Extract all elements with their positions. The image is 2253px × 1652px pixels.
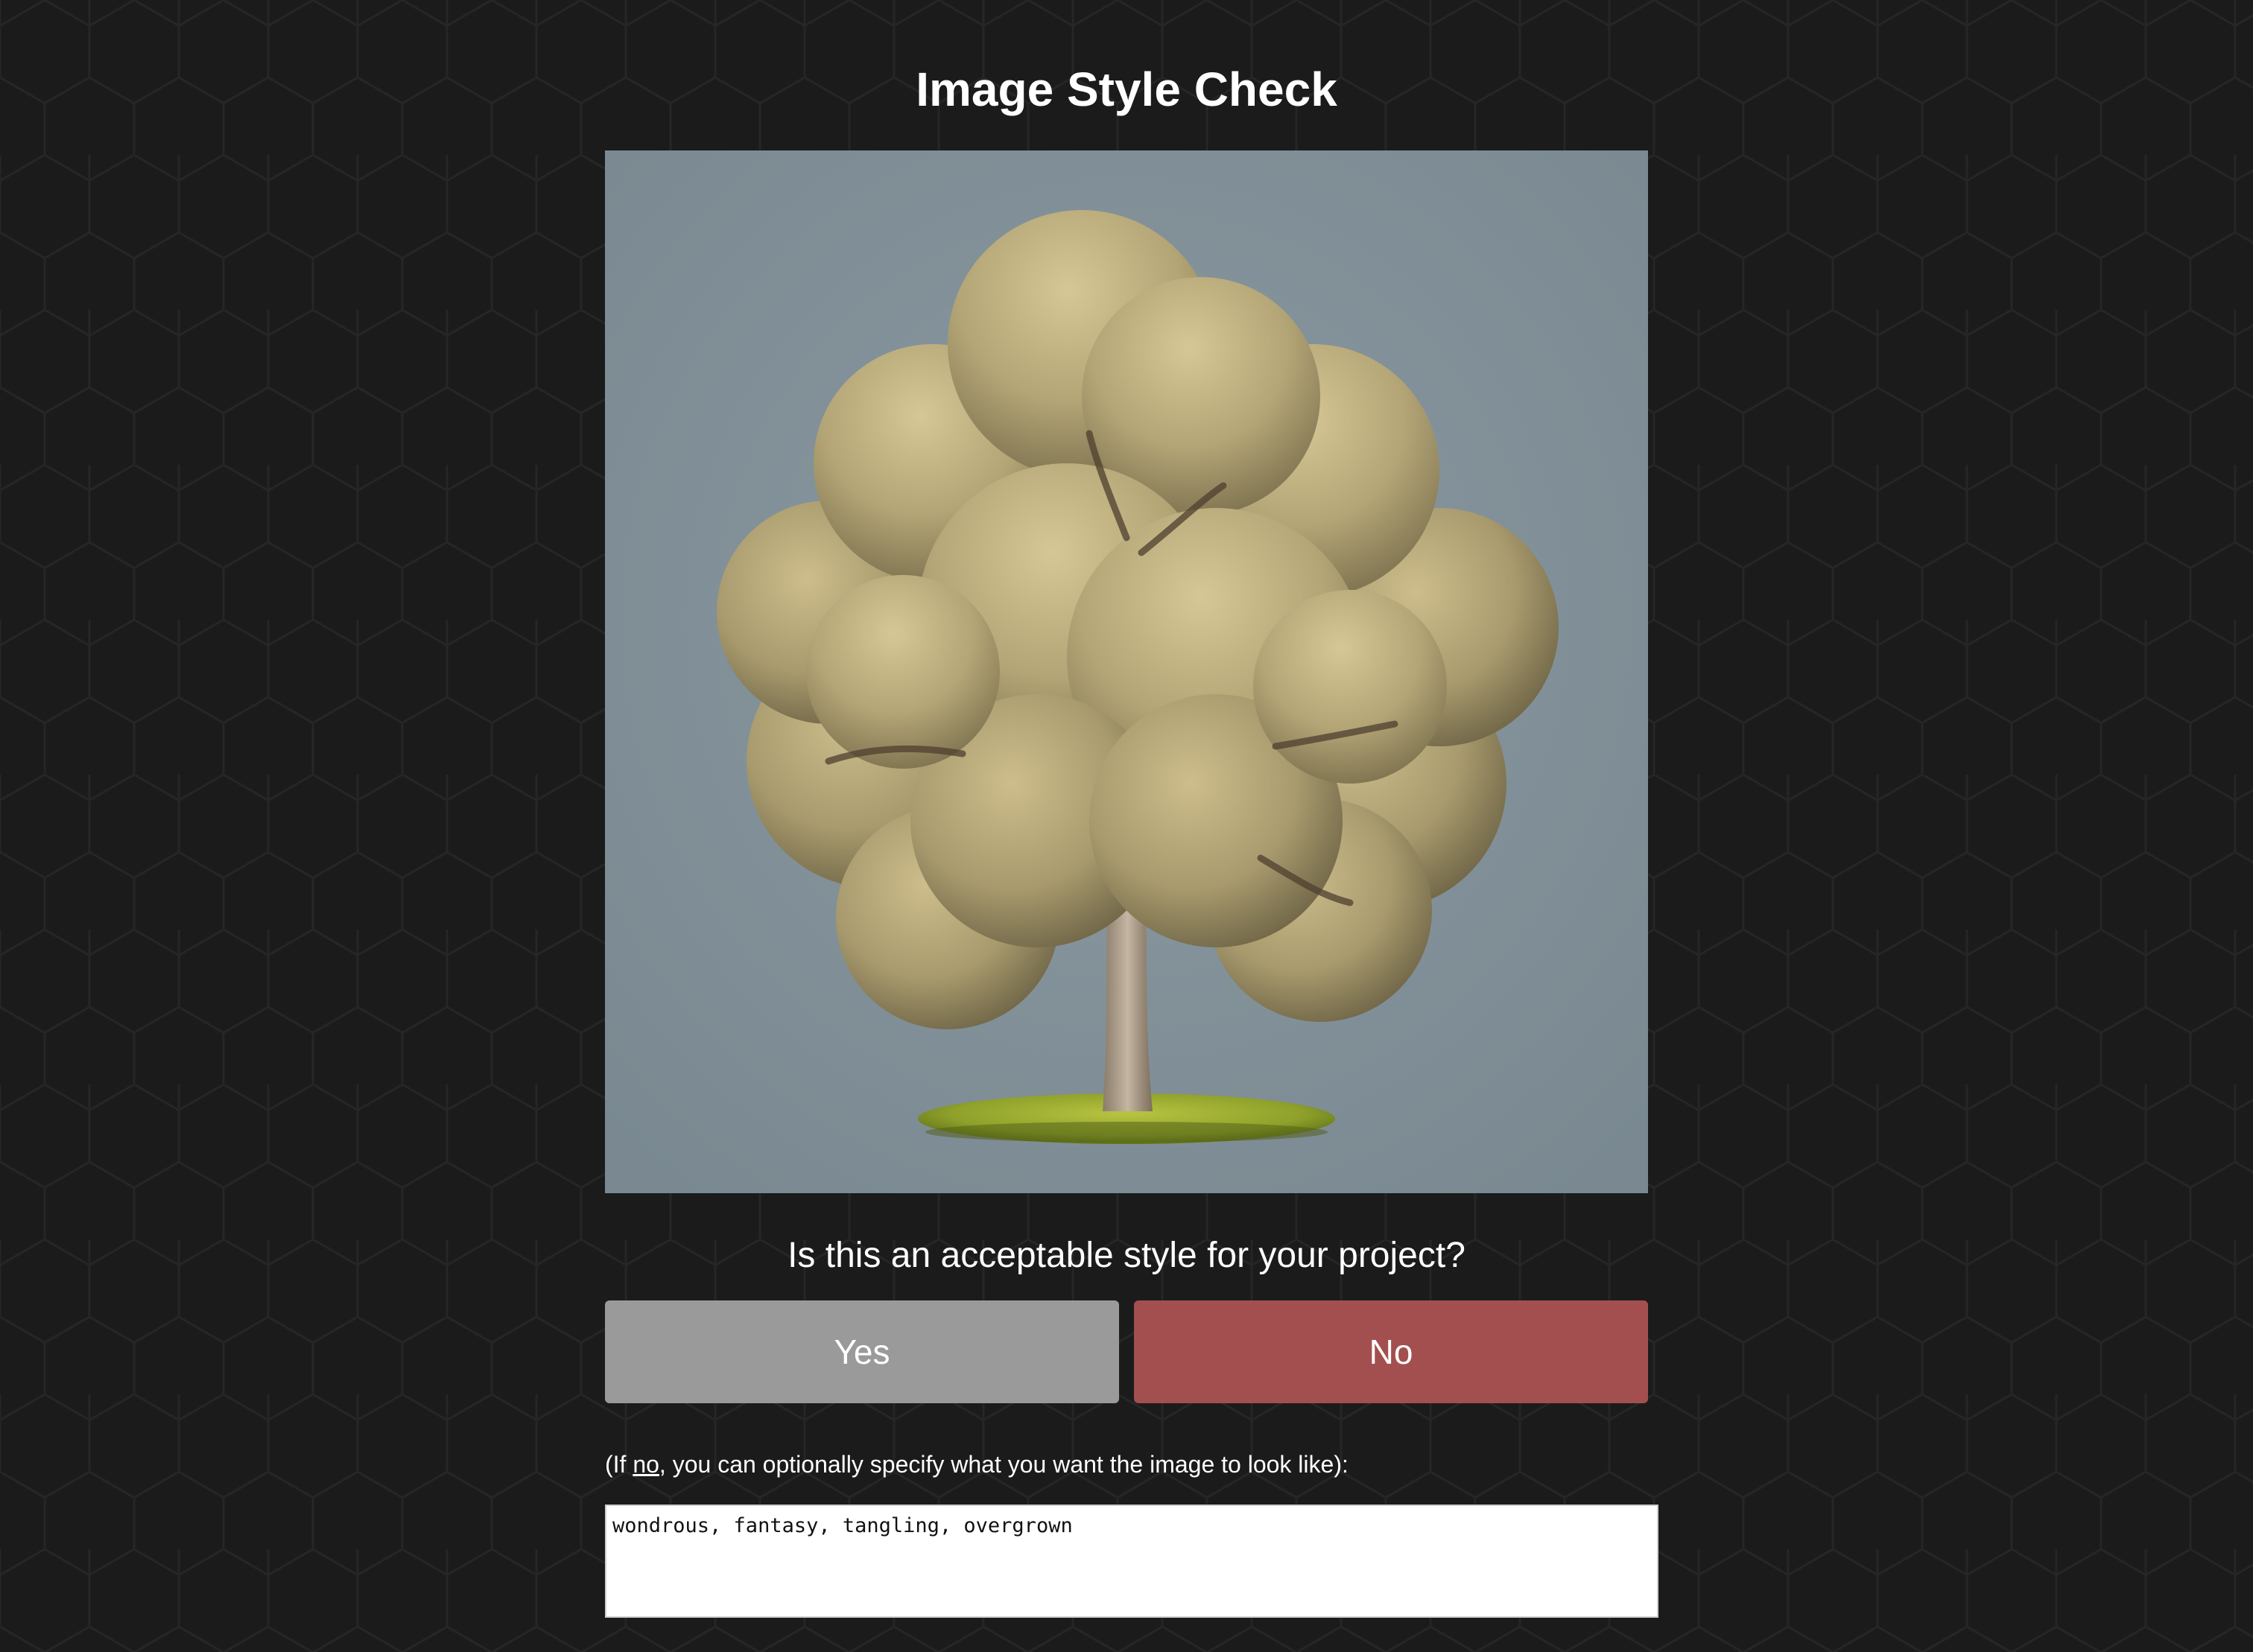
no-button[interactable]: No — [1134, 1300, 1648, 1403]
feedback-hint: (If no, you can optionally specify what … — [605, 1446, 1349, 1482]
hint-emphasis: no — [633, 1451, 659, 1478]
style-question: Is this an acceptable style for your pro… — [788, 1236, 1465, 1275]
generated-tree-image — [605, 150, 1648, 1193]
hint-prefix: (If — [605, 1451, 633, 1478]
yes-button[interactable]: Yes — [605, 1300, 1119, 1403]
page-title: Image Style Check — [916, 63, 1337, 116]
page: Image Style Check Is this an acceptable … — [0, 0, 2253, 1652]
hint-suffix: , you can optionally specify what you wa… — [659, 1451, 1349, 1478]
style-feedback-textarea[interactable]: wondrous, fantasy, tangling, overgrown — [605, 1505, 1658, 1618]
generated-image-preview — [605, 150, 1648, 1193]
